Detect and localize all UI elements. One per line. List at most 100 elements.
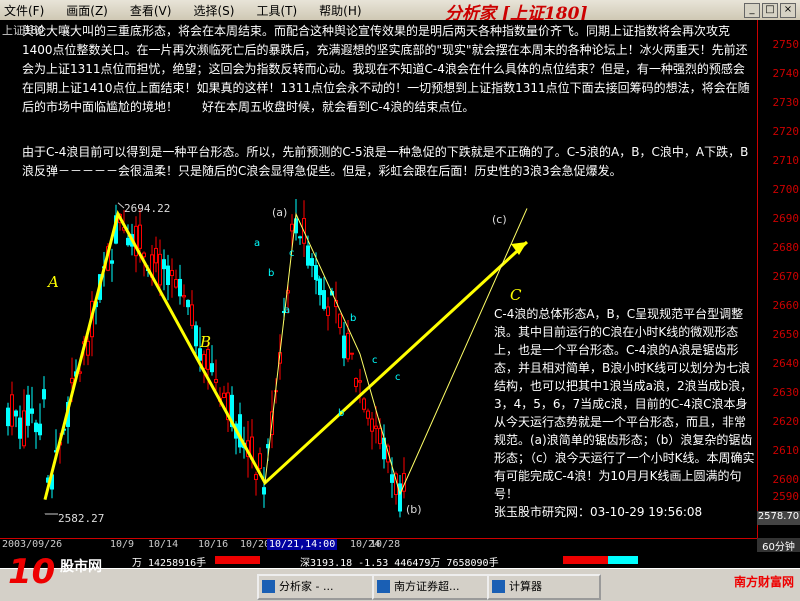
task-calculator[interactable]: 计算器 (487, 574, 601, 600)
candle-body (370, 418, 374, 432)
status-bar: 万 14258916手 深3193.18 -1.53 446479万 76580… (0, 552, 800, 569)
menu-bar: 文件(F) 画面(Z) 查看(V) 选择(S) 工具(T) 帮助(H) (0, 0, 384, 20)
candle-body (390, 474, 394, 483)
wave-label-B: B (200, 333, 212, 351)
candle-body (38, 423, 42, 436)
candle-body (290, 223, 294, 232)
candle-body (354, 377, 358, 387)
period-label[interactable]: 60分钟 (757, 538, 800, 553)
wave-label-b-paren: (b) (406, 503, 422, 516)
price-tick: 2680 (772, 241, 800, 254)
candle-body (34, 422, 38, 433)
candle-body (18, 417, 22, 439)
candle-body (178, 278, 182, 297)
candle-body (310, 258, 314, 266)
date-tick: 10/9 (110, 539, 135, 550)
candle-body (298, 236, 302, 239)
maximize-button[interactable]: □ (762, 3, 778, 18)
menu-help[interactable]: 帮助(H) (319, 2, 361, 19)
candle-body (350, 352, 354, 355)
current-price-marker: 2578.70 (757, 511, 800, 525)
price-tick: 2730 (772, 96, 800, 109)
candle-body (186, 299, 190, 308)
candle-body (170, 270, 174, 277)
date-axis: 2003/09/26 10/9 10/14 10/16 10/20 10/21,… (0, 538, 757, 553)
candle-body (14, 410, 18, 417)
candle-body (254, 474, 258, 480)
candle-body (70, 377, 74, 384)
candle-body (374, 425, 378, 429)
status-bar-red (215, 556, 260, 564)
price-tick: 2670 (772, 270, 800, 283)
menu-view-screen[interactable]: 画面(Z) (66, 2, 108, 19)
status-sh: 万 14258916手 (132, 558, 207, 569)
candle-body (338, 313, 342, 329)
high-price-label: 2694.22 (124, 202, 171, 215)
subwave-c-3: c (395, 372, 401, 383)
price-tick: 2750 (772, 38, 800, 51)
candle-body (42, 389, 46, 400)
candle-body (306, 245, 310, 266)
title-bar: 文件(F) 画面(Z) 查看(V) 选择(S) 工具(T) 帮助(H) 分析家 … (0, 0, 800, 24)
date-tick: 10/14 (148, 539, 179, 550)
subwave-a-3: a (284, 305, 291, 316)
close-button[interactable]: × (780, 3, 796, 18)
menu-select[interactable]: 选择(S) (193, 2, 234, 19)
price-tick: 2590 (772, 490, 800, 503)
taskbar: 分析家 - ... 南方证券超... 计算器 (0, 568, 800, 601)
candle-body (258, 453, 262, 469)
price-tick: 2700 (772, 183, 800, 196)
subwave-c-1: c (289, 248, 295, 259)
calculator-icon (492, 580, 505, 593)
price-tick: 2660 (772, 299, 800, 312)
candle-body (6, 407, 10, 427)
wave-label-c-paren: (c) (492, 213, 507, 226)
date-tick: 10/16 (198, 539, 229, 550)
candle-body (182, 295, 186, 298)
task-securities[interactable]: 南方证券超... (372, 574, 506, 600)
candle-body (154, 247, 158, 264)
candle-body (222, 392, 226, 399)
price-tick: 2720 (772, 125, 800, 138)
candle-body (210, 363, 214, 373)
subwave-b-2: b (350, 313, 357, 324)
menu-view[interactable]: 查看(V) (130, 2, 172, 19)
menu-tools[interactable]: 工具(T) (256, 2, 297, 19)
date-tick: 10/28 (370, 539, 401, 550)
candle-body (214, 379, 218, 383)
subwave-a-1: a (254, 238, 261, 249)
candle-body (142, 252, 146, 258)
minimize-button[interactable]: _ (744, 3, 760, 18)
candle-body (322, 290, 326, 309)
candle-body (158, 253, 162, 286)
wave-line-ABC (43, 209, 529, 500)
candle-body (190, 304, 194, 326)
status-bar-red-2 (563, 556, 608, 564)
subwave-b-1: b (268, 268, 275, 279)
task-analyst[interactable]: 分析家 - ... (257, 574, 391, 600)
status-sz: 深3193.18 -1.53 446479万 7658090手 (300, 558, 499, 569)
subwave-a-2: a (315, 273, 322, 284)
annotation-paragraph-1: 舆论大嚷大叫的三重底形态，将会在本周结束。而配合这种舆论宣传效果的是明后两天各种… (22, 24, 750, 114)
price-axis: 2750 2740 2730 2720 2710 2700 2690 2680 … (757, 20, 800, 538)
date-tick-selected: 10/21,14:00 (267, 539, 338, 550)
task-label: 南方证券超... (394, 580, 460, 593)
wave-label-C: C (510, 286, 522, 304)
candle-body (194, 325, 198, 347)
low-price-label: 2582.27 (58, 512, 105, 525)
app-icon (377, 580, 390, 593)
menu-file[interactable]: 文件(F) (4, 2, 44, 19)
price-tick: 2650 (772, 328, 800, 341)
candle-body (162, 259, 166, 270)
candle-body (366, 410, 370, 419)
price-tick: 2620 (772, 415, 800, 428)
wave-label-a-paren: (a) (272, 206, 288, 219)
candle-body (138, 224, 142, 249)
annotation-paragraph-3-text: C-4浪的总体形态A，B，C呈现规范平台型调整浪。其中目前运行的C浪在小时K线的… (494, 307, 755, 501)
wave-label-A: A (48, 273, 59, 291)
candle-body (10, 394, 14, 427)
price-tick: 2630 (772, 386, 800, 399)
candle-body (22, 410, 26, 447)
subwave-b-3: b (338, 408, 345, 419)
candle-body (110, 260, 114, 264)
